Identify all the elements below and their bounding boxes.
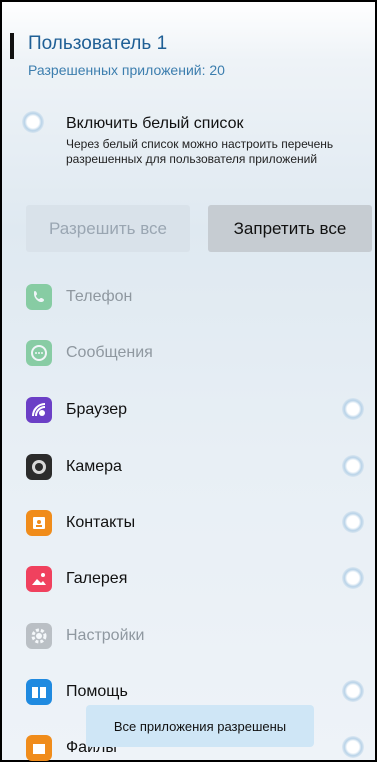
contacts-icon <box>26 510 52 536</box>
allowed-apps-count: Разрешенных приложений: 20 <box>28 62 225 78</box>
app-toggle-gallery[interactable] <box>342 567 364 589</box>
deny-all-button[interactable]: Запретить все <box>208 205 372 252</box>
allow-all-button[interactable]: Разрешить все <box>26 205 190 252</box>
user-header: Пользователь 1 Разрешенных приложений: 2… <box>10 33 225 78</box>
user-title: Пользователь 1 <box>28 33 168 54</box>
whitelist-setting: Включить белый список Через белый список… <box>66 115 356 167</box>
phone-icon <box>26 284 52 310</box>
whitelist-title: Включить белый список <box>66 115 244 132</box>
whitelist-description: Через белый список можно настроить переч… <box>66 137 334 166</box>
help-icon <box>26 679 52 705</box>
app-label: Телефон <box>66 288 133 305</box>
app-label: Сообщения <box>66 344 153 361</box>
files-icon <box>26 735 52 761</box>
app-label: Настройки <box>66 627 145 644</box>
app-toggle-browser[interactable] <box>342 398 364 420</box>
app-row-messages[interactable]: Сообщения <box>26 338 153 368</box>
settings-icon <box>26 623 52 649</box>
app-row-settings[interactable]: Настройки <box>26 621 144 651</box>
app-toggle-help[interactable] <box>342 680 364 702</box>
toast-notification: Все приложения разрешены <box>86 705 314 747</box>
whitelist-toggle[interactable] <box>22 111 44 133</box>
app-label: Помощь <box>66 683 128 700</box>
app-row-phone[interactable]: Телефон <box>26 282 132 312</box>
camera-icon <box>26 454 52 480</box>
app-label: Галерея <box>66 570 128 587</box>
app-label: Браузер <box>66 401 128 418</box>
gallery-icon <box>26 566 52 592</box>
app-row-contacts[interactable]: Контакты <box>26 508 135 538</box>
app-toggle-files[interactable] <box>342 736 364 758</box>
focus-indicator <box>10 33 14 59</box>
app-row-camera[interactable]: Камера <box>26 452 122 482</box>
messages-icon <box>26 340 52 366</box>
app-row-gallery[interactable]: Галерея <box>26 564 127 594</box>
app-row-browser[interactable]: Браузер <box>26 395 127 425</box>
app-label: Камера <box>66 458 122 475</box>
app-label: Контакты <box>66 514 136 531</box>
app-toggle-camera[interactable] <box>342 455 364 477</box>
browser-icon <box>26 397 52 423</box>
app-toggle-contacts[interactable] <box>342 511 364 533</box>
app-row-help[interactable]: Помощь <box>26 677 128 707</box>
